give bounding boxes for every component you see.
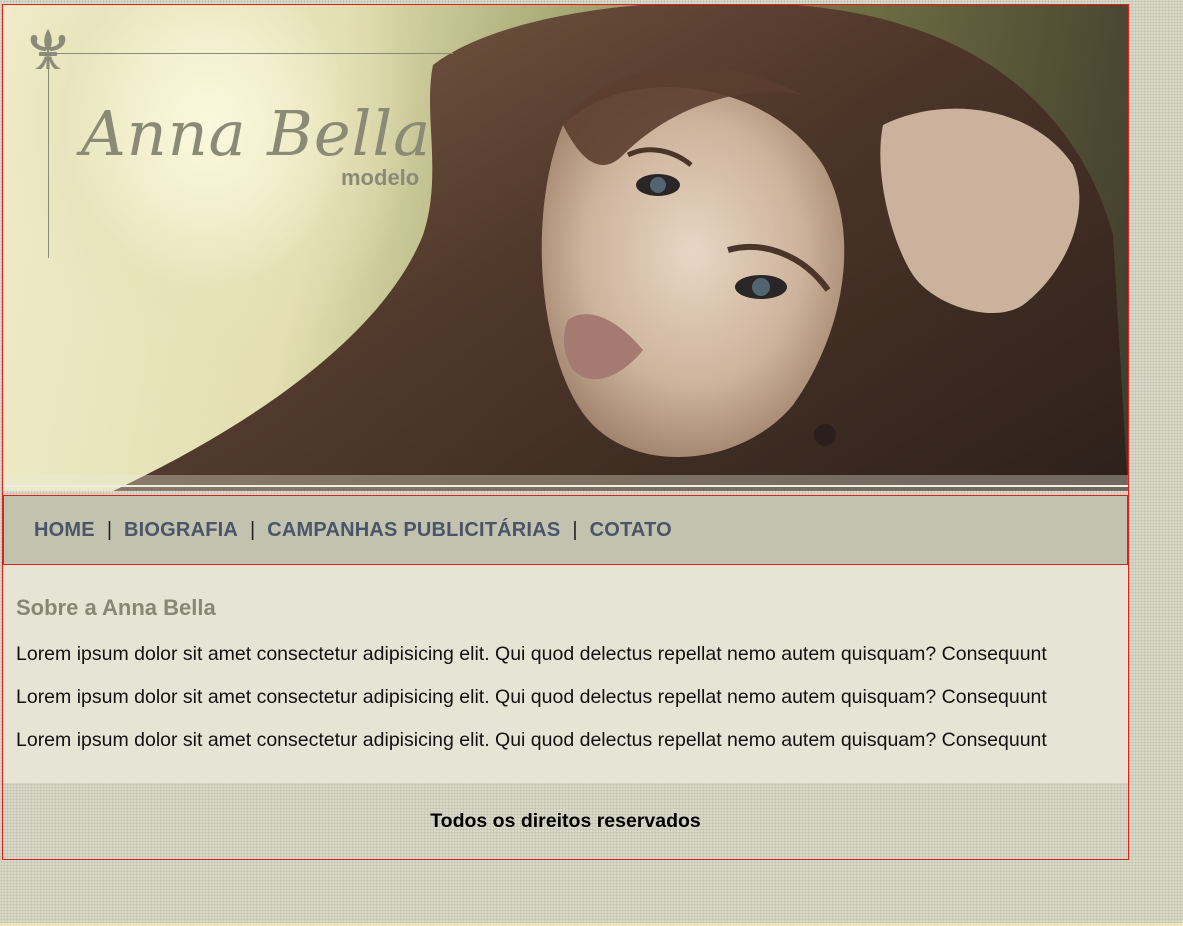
nav-separator: |: [106, 518, 113, 541]
main-nav: HOME | BIOGRAFIA | CAMPANHAS PUBLICITÁRI…: [3, 495, 1128, 565]
nav-item-campanhas[interactable]: CAMPANHAS PUBLICITÁRIAS: [267, 519, 560, 542]
brand-name: Anna Bella: [81, 97, 432, 170]
section-heading: Sobre a Anna Bella: [16, 595, 216, 620]
paragraph: Lorem ipsum dolor sit amet consectetur a…: [16, 729, 1047, 751]
footer: Todos os direitos reservados: [3, 783, 1128, 859]
fleur-de-lis-icon: [30, 29, 66, 69]
nav-separator: |: [572, 518, 578, 541]
model-photo: [3, 5, 1128, 491]
nav-item-biografia[interactable]: BIOGRAFIA: [124, 519, 238, 542]
hero-banner: Anna Bella modelo: [3, 5, 1128, 491]
about-section: Sobre a Anna Bella Lorem ipsum dolor sit…: [3, 565, 1128, 783]
nav-separator: |: [250, 518, 256, 541]
brand-subtitle: modelo: [341, 165, 420, 190]
hero-frame-line-horizontal: [51, 53, 453, 54]
hero-frame-line-vertical: [48, 53, 49, 258]
hero-divider: [3, 485, 1128, 487]
paragraph: Lorem ipsum dolor sit amet consectetur a…: [16, 686, 1047, 708]
paragraph: Lorem ipsum dolor sit amet consectetur a…: [16, 643, 1047, 665]
nav-item-home[interactable]: HOME: [34, 519, 95, 542]
nav-item-cotato[interactable]: COTATO: [590, 519, 672, 542]
page-container: Anna Bella modelo HOME | BIOGRAFIA | CAM…: [2, 4, 1129, 860]
copyright-text: Todos os direitos reservados: [430, 809, 701, 832]
